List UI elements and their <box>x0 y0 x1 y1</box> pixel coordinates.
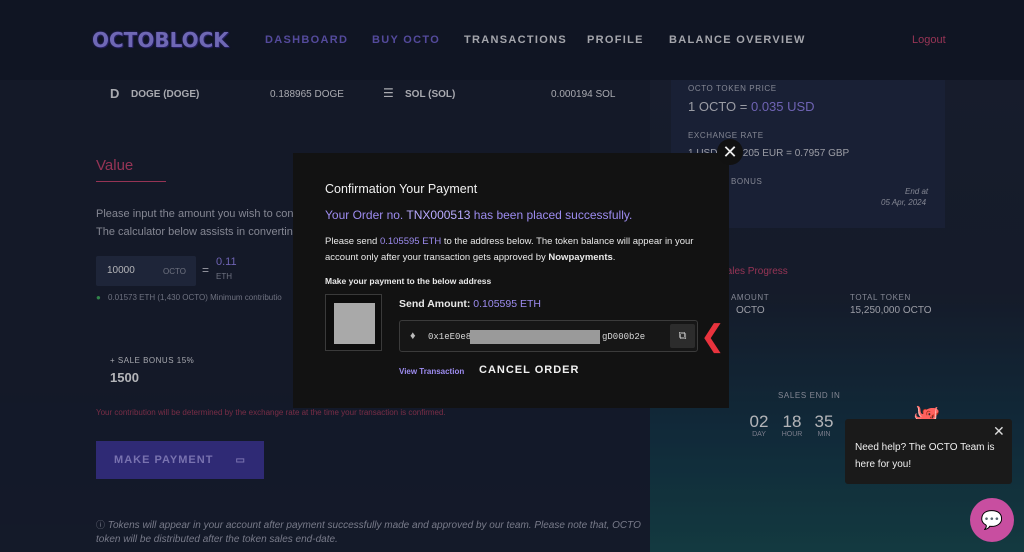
close-help-icon[interactable]: ✕ <box>993 423 1005 440</box>
wallet-address-start: 0x1eE0e8 <box>428 332 472 342</box>
pointer-arrow-icon: ❮ <box>700 320 726 353</box>
help-text: Need help? The OCTO Team is here for you… <box>855 442 995 470</box>
qr-code <box>325 294 382 351</box>
modal-title: Confirmation Your Payment <box>325 182 478 196</box>
close-icon[interactable]: ✕ <box>717 139 743 165</box>
wallet-address-end: gD000b2e <box>602 332 646 342</box>
help-chat-popup: ✕ Need help? The OCTO Team is here for y… <box>845 419 1012 484</box>
payment-confirmation-modal: Confirmation Your Payment Your Order no.… <box>293 153 729 408</box>
order-number: TNX000513 <box>406 208 471 222</box>
copy-icon[interactable]: ⧉ <box>670 324 695 348</box>
view-transaction-link[interactable]: View Transaction <box>399 367 464 376</box>
chat-icon[interactable]: 💬 <box>970 498 1014 542</box>
send-amount-value: 0.105595 ETH <box>473 298 541 310</box>
send-amount-inline: 0.105595 ETH <box>379 236 442 247</box>
wallet-address-field[interactable]: ♦ 0x1eE0e8 gD000b2e ⧉ <box>399 320 698 352</box>
payment-instructions: Please send 0.105595 ETH to the address … <box>325 236 694 263</box>
address-redaction <box>470 330 600 344</box>
cancel-order-button[interactable]: CANCEL ORDER <box>479 364 579 376</box>
ethereum-icon: ♦ <box>410 330 416 342</box>
provider-name: Nowpayments <box>548 252 613 263</box>
order-confirmation: Your Order no. TNX000513 has been placed… <box>325 208 633 222</box>
payment-address-heading: Make your payment to the below address <box>325 276 492 286</box>
qr-code-image <box>334 303 375 344</box>
send-amount-label: Send Amount: 0.105595 ETH <box>399 298 541 310</box>
